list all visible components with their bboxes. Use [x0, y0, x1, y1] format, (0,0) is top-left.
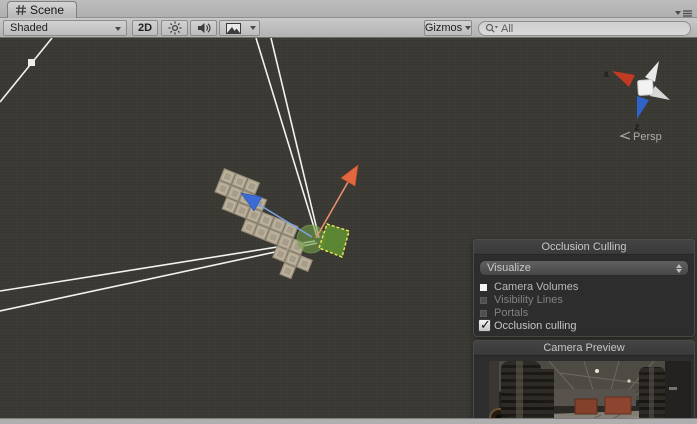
camera-preview-header: Camera Preview	[474, 341, 694, 356]
camera-preview-panel: Camera Preview	[474, 341, 694, 424]
axis-x-label: x	[603, 69, 609, 80]
scene-view-window: Scene Shaded 2D Gizmos All x z Persp Occ…	[0, 0, 697, 424]
vis-item-visibility-lines[interactable]: Visibility Lines	[480, 294, 563, 306]
occlusion-panel-header: Occlusion Culling	[474, 240, 694, 255]
scene-viewport[interactable]: x z Persp Occlusion Culling Visualize Ca…	[0, 38, 697, 424]
visualize-mode-label: Visualize	[487, 262, 531, 274]
toggle-2d-label: 2D	[137, 22, 153, 34]
axis-cone-up[interactable]	[645, 61, 659, 82]
tab-title: Scene	[30, 3, 65, 17]
effects-image-icon	[225, 22, 241, 34]
swatch-on-icon	[480, 283, 487, 291]
lighting-sun-icon	[168, 21, 181, 35]
tab-bar: Scene	[0, 0, 697, 18]
checkmark-icon: ✓	[480, 317, 491, 332]
camera-preview-image	[489, 360, 691, 424]
camera-volume-lines	[0, 38, 320, 312]
vis-item-label: Camera Volumes	[494, 281, 579, 293]
shading-mode-label: Shaded	[10, 22, 48, 34]
occlusion-culling-panel: Occlusion Culling Visualize Camera Volum…	[474, 240, 694, 336]
axis-cone-z[interactable]	[637, 96, 649, 119]
audio-speaker-icon	[197, 23, 210, 33]
occlusion-toggle-label: Occlusion culling	[494, 319, 577, 332]
occlusion-panel-title: Occlusion Culling	[541, 241, 627, 253]
vis-item-camera-volumes[interactable]: Camera Volumes	[480, 281, 578, 293]
volume-corner-handle[interactable]	[28, 59, 35, 66]
orientation-gizmo[interactable]: x z Persp	[603, 61, 670, 143]
scene-effects-dropdown[interactable]	[246, 20, 260, 36]
swatch-off-icon	[480, 296, 487, 304]
occlusion-culling-toggle[interactable]: ✓ Occlusion culling	[478, 317, 577, 332]
chevron-down-icon	[249, 26, 256, 30]
swatch-off-icon	[480, 309, 487, 317]
checkbox-checked-icon[interactable]: ✓	[478, 317, 491, 332]
scene-toolbar: Shaded 2D Gizmos All	[0, 18, 697, 38]
scene-audio-button[interactable]	[190, 20, 217, 36]
shading-mode-dropdown[interactable]: Shaded	[3, 20, 127, 36]
axis-cone-x[interactable]	[612, 71, 635, 87]
window-bottom-edge	[0, 418, 697, 424]
search-input[interactable]	[501, 22, 661, 35]
vis-item-label: Visibility Lines	[494, 294, 563, 306]
popup-updown-icon	[676, 264, 682, 273]
scene-lighting-button[interactable]	[161, 20, 188, 36]
occlusion-portal-quad[interactable]	[318, 223, 350, 259]
scene-grid-icon	[16, 5, 26, 15]
vis-item-label: Portals	[494, 307, 529, 319]
chevron-down-icon	[465, 26, 472, 30]
gizmos-dropdown[interactable]: Gizmos	[424, 20, 472, 36]
chevron-down-icon	[115, 27, 121, 31]
tab-scene[interactable]: Scene	[7, 1, 78, 18]
scene-search-field[interactable]	[478, 21, 691, 36]
camera-preview-title: Camera Preview	[543, 342, 625, 354]
search-icon	[485, 23, 498, 33]
persp-icon	[619, 131, 631, 140]
visualize-mode-dropdown[interactable]: Visualize	[479, 260, 689, 276]
projection-label[interactable]: Persp	[633, 131, 662, 143]
tab-menu-icon[interactable]	[675, 9, 693, 18]
toggle-2d-button[interactable]: 2D	[132, 20, 158, 36]
axis-cube[interactable]	[637, 79, 654, 96]
scene-effects-button[interactable]	[219, 20, 247, 36]
gizmos-label: Gizmos	[424, 22, 463, 34]
